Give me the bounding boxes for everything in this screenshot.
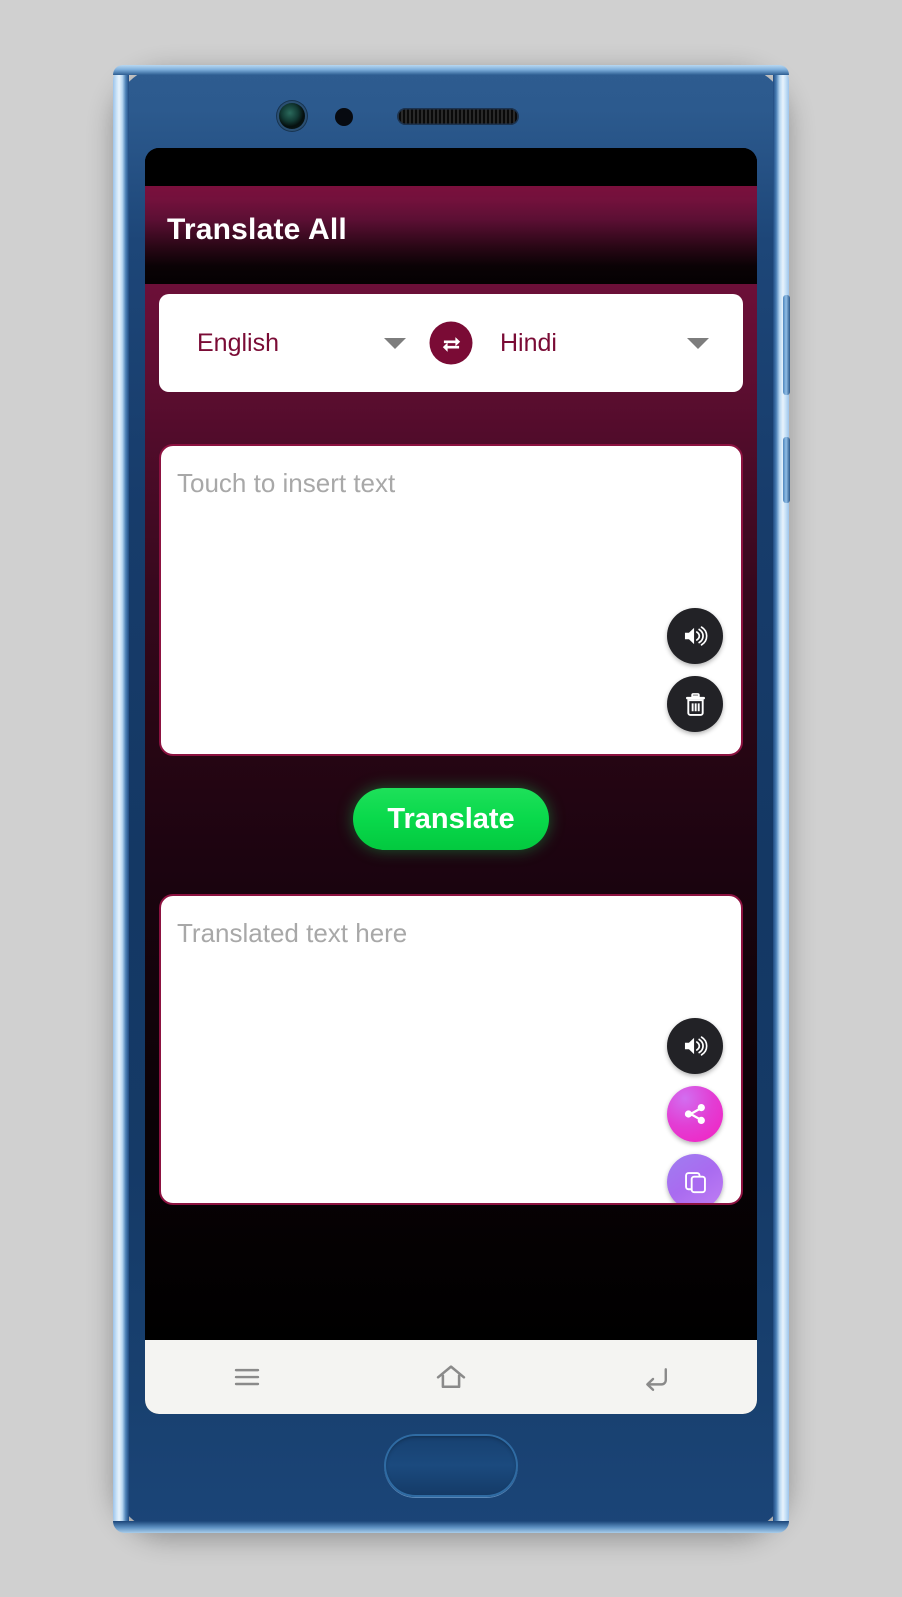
- app-content-area: English Hindi Touch to insert text Trans…: [145, 284, 757, 1340]
- app-bar: Translate All: [145, 186, 757, 284]
- home-button[interactable]: [405, 1340, 497, 1414]
- volume-rocker-icon[interactable]: [783, 295, 790, 395]
- speaker-icon: [684, 1036, 708, 1056]
- device-sensor-row: [113, 95, 789, 147]
- swap-languages-button[interactable]: [429, 321, 473, 365]
- device-edge-right: [773, 65, 789, 1533]
- input-text-panel[interactable]: Touch to insert text: [159, 444, 743, 756]
- chevron-down-icon[interactable]: [384, 337, 406, 349]
- camera-icon: [279, 103, 305, 129]
- translate-button-label: Translate: [387, 802, 515, 835]
- translate-button[interactable]: Translate: [353, 788, 549, 850]
- speak-input-button[interactable]: [667, 608, 723, 664]
- source-language-picker[interactable]: English: [159, 294, 440, 392]
- output-text-panel[interactable]: Translated text here: [159, 894, 743, 1205]
- chevron-down-icon[interactable]: [687, 337, 709, 349]
- input-placeholder: Touch to insert text: [177, 468, 396, 498]
- copy-output-button[interactable]: [667, 1154, 723, 1203]
- share-icon: [684, 1103, 705, 1125]
- phone-device-frame: Translate All English Hindi Touch to ins…: [113, 65, 790, 1533]
- share-output-button[interactable]: [667, 1086, 723, 1142]
- page-title: Translate All: [167, 213, 347, 246]
- source-language-label: English: [197, 328, 279, 357]
- device-edge-bottom: [113, 1521, 789, 1533]
- home-hardware-button[interactable]: [384, 1434, 518, 1497]
- status-bar: [145, 148, 757, 186]
- hamburger-menu-icon: [234, 1368, 260, 1386]
- phone-screen: Translate All English Hindi Touch to ins…: [145, 148, 757, 1414]
- clear-input-button[interactable]: [667, 676, 723, 732]
- speaker-icon: [684, 626, 708, 646]
- speak-output-button[interactable]: [667, 1018, 723, 1074]
- output-placeholder: Translated text here: [177, 918, 408, 948]
- target-language-label: Hindi: [500, 328, 557, 357]
- android-nav-bar: [145, 1340, 757, 1414]
- back-button[interactable]: [609, 1340, 701, 1414]
- recents-button[interactable]: [201, 1340, 293, 1414]
- language-selector-bar: English Hindi: [159, 294, 743, 392]
- speaker-grille-icon: [397, 108, 519, 125]
- swap-horizontal-icon: [442, 336, 460, 352]
- copy-icon: [684, 1171, 706, 1193]
- target-language-picker[interactable]: Hindi: [440, 294, 743, 392]
- power-button-icon[interactable]: [783, 437, 790, 503]
- trash-icon: [685, 692, 705, 716]
- home-icon: [436, 1365, 466, 1389]
- sensor-dot-icon: [335, 108, 353, 126]
- device-edge-top: [113, 65, 789, 75]
- device-edge-left: [113, 65, 129, 1533]
- back-arrow-icon: [646, 1368, 667, 1391]
